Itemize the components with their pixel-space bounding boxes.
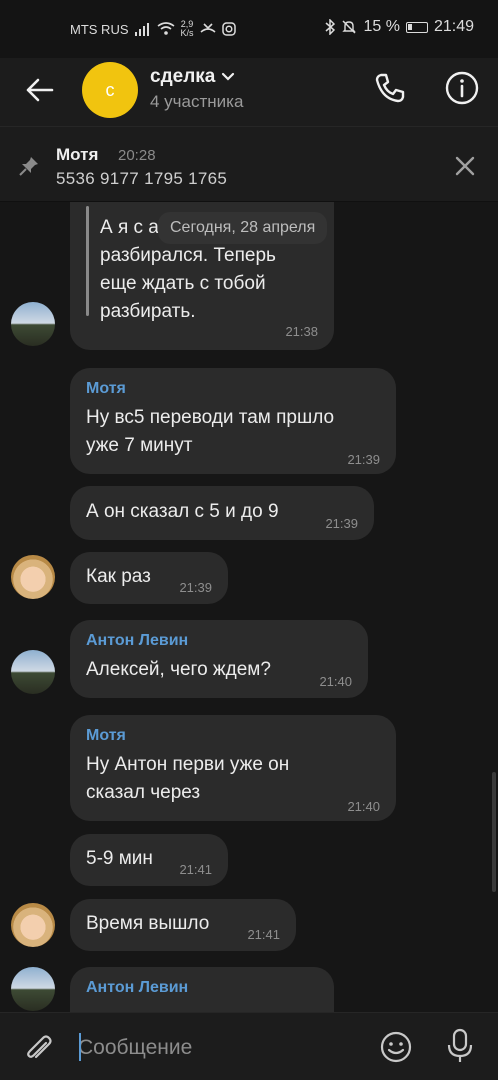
status-bar-right: 15 % 21:49 <box>325 18 474 36</box>
carrier-label: MTS RUS <box>70 21 129 37</box>
group-avatar[interactable]: с <box>82 62 138 118</box>
chevron-down-icon <box>222 72 235 81</box>
message-bubble[interactable]: А он сказал с 5 и до 9 21:39 <box>70 486 374 540</box>
close-icon <box>455 156 475 176</box>
avatar[interactable] <box>11 302 55 346</box>
message-composer <box>0 1012 498 1080</box>
instagram-icon <box>221 22 236 36</box>
smiley-icon <box>380 1031 412 1063</box>
message-text: Ну Антон перви уже он сказал через <box>86 751 289 807</box>
missed-call-icon <box>199 23 216 33</box>
battery-percent: 15 % <box>363 18 400 35</box>
message-line: разбирался. Теперь <box>100 245 276 266</box>
chat-title-row[interactable]: сделка <box>150 66 235 88</box>
pinned-text: 5536 9177 1795 1765 <box>56 169 228 188</box>
chat-title: сделка <box>150 66 216 87</box>
pinned-message-bar[interactable]: Мотя 20:28 5536 9177 1795 1765 <box>0 126 498 202</box>
quote-bar <box>86 206 89 316</box>
message-time: 21:39 <box>347 452 380 467</box>
message-list[interactable]: А я с а разбирался. Теперь еще ждать с т… <box>0 202 498 1012</box>
unpin-button[interactable] <box>452 153 478 179</box>
sender-name[interactable]: Мотя <box>86 380 126 398</box>
message-time: 21:40 <box>347 799 380 814</box>
status-bar-left: MTS RUS 2,9 K/s <box>70 20 236 38</box>
message-time: 21:39 <box>179 580 212 595</box>
scrollbar[interactable] <box>492 772 496 892</box>
voice-message-button[interactable] <box>442 1027 478 1065</box>
arrow-left-icon <box>26 78 54 102</box>
battery-icon <box>405 21 428 33</box>
network-speed: 2,9 K/s <box>181 20 194 38</box>
avatar[interactable] <box>11 555 55 599</box>
sender-name[interactable]: Антон Левин <box>86 632 188 650</box>
message-line: еще ждать с тобой <box>100 273 266 294</box>
pin-icon <box>19 157 38 176</box>
pinned-author: Мотя <box>56 145 99 164</box>
info-icon <box>445 71 479 105</box>
message-bubble[interactable]: 5-9 мин 21:41 <box>70 834 228 886</box>
clock: 21:49 <box>433 18 474 35</box>
message-input[interactable] <box>78 1031 358 1065</box>
avatar[interactable] <box>11 967 55 1011</box>
message-bubble[interactable]: Время вышло 21:41 <box>70 899 296 951</box>
microphone-icon <box>447 1028 473 1062</box>
pinned-time: 20:28 <box>118 147 156 164</box>
message-bubble[interactable]: Мотя Ну вс5 переводи там пршло уже 7 мин… <box>70 368 396 474</box>
message-time: 21:40 <box>319 674 352 689</box>
emoji-button[interactable] <box>378 1029 414 1065</box>
sender-name[interactable]: Антон Левин <box>86 979 188 997</box>
info-button[interactable] <box>444 70 480 106</box>
message-time: 21:38 <box>285 324 318 339</box>
message-text: Алексей, чего ждем? <box>86 659 271 680</box>
call-button[interactable] <box>372 70 408 106</box>
avatar[interactable] <box>11 903 55 947</box>
date-chip: Сегодня, 28 апреля <box>158 212 328 244</box>
mute-bell-icon <box>342 20 357 34</box>
message-line: сказал через <box>86 782 201 803</box>
message-bubble[interactable]: Как раз 21:39 <box>70 552 228 604</box>
message-line: уже 7 минут <box>86 435 193 456</box>
back-button[interactable] <box>22 72 58 108</box>
bluetooth-icon <box>325 19 336 35</box>
message-text: 5-9 мин <box>86 848 153 869</box>
phone-icon <box>375 73 405 103</box>
signal-icon <box>134 23 149 36</box>
paperclip-icon <box>27 1035 52 1059</box>
attach-button[interactable] <box>22 1031 56 1065</box>
message-text: А он сказал с 5 и до 9 <box>86 501 279 522</box>
chat-header: с сделка 4 участника <box>0 58 498 126</box>
chat-subtitle: 4 участника <box>150 92 244 111</box>
message-line: Ну вс5 переводи там пршло <box>86 407 335 428</box>
status-bar: MTS RUS 2,9 K/s 15 % 21:49 <box>0 0 498 58</box>
message-bubble[interactable]: Мотя Ну Антон перви уже он сказал через … <box>70 715 396 821</box>
message-time: 21:41 <box>179 862 212 877</box>
sender-name[interactable]: Мотя <box>86 727 126 745</box>
wifi-icon <box>157 22 174 35</box>
text-caret <box>79 1033 81 1061</box>
avatar[interactable] <box>11 650 55 694</box>
message-text: Как раз <box>86 566 151 587</box>
message-bubble[interactable]: Антон Левин Алексей, чего ждем? 21:40 <box>70 620 368 698</box>
message-time: 21:41 <box>247 927 280 942</box>
message-time: 21:39 <box>325 516 358 531</box>
message-text: Время вышло <box>86 913 210 934</box>
message-line: Ну Антон перви уже он <box>86 754 290 775</box>
message-line: разбирать. <box>100 301 196 322</box>
network-speed-unit: K/s <box>180 28 194 38</box>
message-bubble[interactable]: Антон Левин <box>70 967 334 1012</box>
message-text: Ну вс5 переводи там пршло уже 7 минут <box>86 404 334 460</box>
